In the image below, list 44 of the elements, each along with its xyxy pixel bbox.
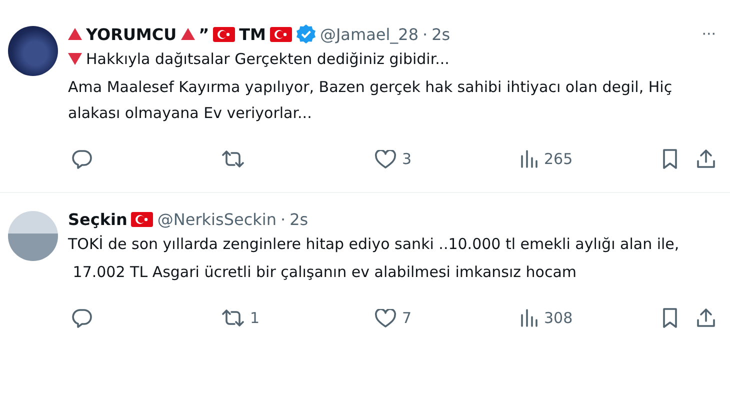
triangle-icon xyxy=(180,28,195,40)
retweet-icon xyxy=(222,308,244,328)
tweet-text: 17.002 TL Asgari ücretli bir çalışanın ev alabilmesi imkansız hocam xyxy=(72,262,578,283)
retweet-button[interactable]: 1 xyxy=(222,308,375,328)
share-icon xyxy=(696,149,716,169)
timestamp[interactable]: 2s xyxy=(432,24,450,44)
bookmark-button[interactable] xyxy=(662,308,678,328)
author-name[interactable]: ” xyxy=(198,24,210,44)
tweet-text: Ama Maalesef Kayırma yapılıyor, Bazen gerçek hak sahibi ihtiyacı olan degil, Hiç alakası olmayana Ev veriyorlar... xyxy=(68,77,674,124)
tweet-text: Hakkıyla dağıtsalar Gerçekten dediğiniz gibidir... xyxy=(68,46,716,72)
bar-chart-icon xyxy=(520,150,538,168)
flag-icon xyxy=(213,26,236,42)
bookmark-icon xyxy=(662,308,678,328)
user-handle[interactable]: @Jamael_28 xyxy=(320,24,419,44)
author-name[interactable]: YORUMCU xyxy=(86,24,177,44)
separator-dot: · xyxy=(422,24,428,44)
share-button[interactable] xyxy=(696,308,716,328)
like-button[interactable]: 3 xyxy=(375,150,520,168)
like-button[interactable]: 7 xyxy=(375,308,520,328)
speech-bubble-icon xyxy=(72,149,92,169)
more-options-button[interactable]: ··· xyxy=(702,25,716,43)
user-handle[interactable]: @NerkisSeckin xyxy=(157,210,276,228)
verified-badge-icon xyxy=(296,24,316,44)
triangle-icon xyxy=(68,28,82,40)
retweet-icon xyxy=(222,149,244,169)
down-triangle-icon xyxy=(68,53,82,65)
separator-dot: · xyxy=(280,210,286,228)
author-name[interactable]: TM xyxy=(239,24,266,44)
flag-icon xyxy=(131,212,154,226)
heart-icon xyxy=(375,308,396,328)
author-name[interactable]: Seçkin xyxy=(68,210,128,228)
avatar[interactable] xyxy=(8,26,58,76)
speech-bubble-icon xyxy=(72,308,92,328)
heart-icon xyxy=(375,150,396,168)
views-button[interactable]: 308 xyxy=(520,309,662,327)
bar-chart-icon xyxy=(520,309,538,327)
share-icon xyxy=(696,308,716,328)
timestamp[interactable]: 2s xyxy=(290,210,308,228)
bookmark-icon xyxy=(662,149,678,169)
flag-icon xyxy=(270,26,292,42)
tweet-text: TOKİ de son yıllarda zenginlere hitap ediyo sanki ..10.000 tl emekli aylığı alan ile, xyxy=(68,234,680,255)
share-button[interactable] xyxy=(696,149,716,169)
bookmark-button[interactable] xyxy=(662,149,678,169)
views-button[interactable]: 265 xyxy=(520,150,662,168)
